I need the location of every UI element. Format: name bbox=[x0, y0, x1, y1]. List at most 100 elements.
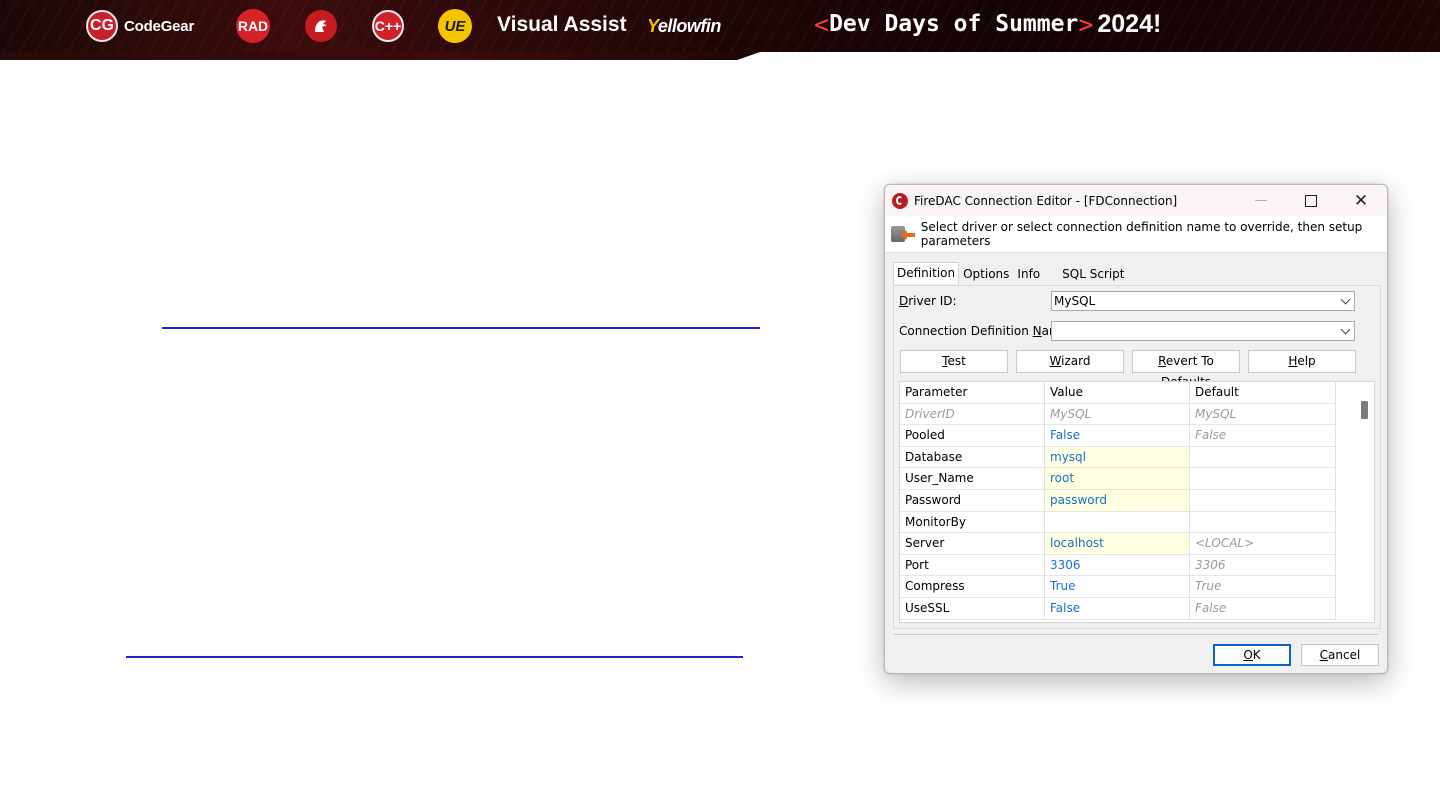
table-row[interactable]: Compress True True bbox=[900, 576, 1336, 598]
table-row[interactable]: UseSSL False False bbox=[900, 598, 1336, 620]
param-default bbox=[1190, 511, 1336, 533]
firedac-app-icon bbox=[892, 192, 908, 209]
param-name: Compress bbox=[900, 576, 1045, 597]
help-button[interactable]: Help bbox=[1248, 350, 1356, 373]
cancel-button[interactable]: Cancel bbox=[1301, 644, 1379, 666]
tab-strip: Definition Options Info SQL Script bbox=[893, 262, 1129, 285]
maximize-icon bbox=[1305, 194, 1317, 207]
connection-definition-label: Connection Definition Name: bbox=[899, 324, 1072, 338]
grid-header-row: Parameter Value Default bbox=[900, 382, 1336, 404]
yellowfin-logo: Yellowfin bbox=[647, 6, 721, 46]
ue-logo: UE bbox=[438, 6, 472, 46]
param-default: False bbox=[1190, 598, 1336, 619]
table-row[interactable]: DriverID MySQL MySQL bbox=[900, 403, 1336, 426]
chevron-down-icon bbox=[1340, 324, 1351, 335]
wizard-button[interactable]: Wizard bbox=[1016, 350, 1124, 373]
close-button[interactable]: ✕ bbox=[1337, 185, 1385, 216]
connection-wizard-icon bbox=[891, 224, 915, 244]
param-default: <LOCAL> bbox=[1190, 533, 1336, 554]
ue-badge-icon: UE bbox=[438, 9, 472, 43]
param-name: DriverID bbox=[900, 403, 1045, 425]
event-name: Dev Days of Summer bbox=[829, 11, 1079, 37]
param-name: User_Name bbox=[900, 468, 1045, 489]
visual-assist-logo: Visual Assist bbox=[497, 5, 627, 45]
rad-logo: RAD bbox=[236, 6, 270, 46]
parameter-grid: Parameter Value Default DriverID MySQL M… bbox=[899, 381, 1375, 623]
param-name: Server bbox=[900, 533, 1045, 554]
driver-id-label: Driver ID: bbox=[899, 294, 957, 308]
param-default bbox=[1190, 468, 1336, 489]
tab-info[interactable]: Info bbox=[1013, 263, 1044, 283]
table-row[interactable]: Port 3306 3306 bbox=[900, 554, 1336, 577]
table-row[interactable]: Database mysql bbox=[900, 446, 1336, 469]
visual-assist-text: Visual Assist bbox=[497, 13, 627, 36]
param-value[interactable]: 3306 bbox=[1045, 554, 1190, 576]
connection-definition-select[interactable] bbox=[1051, 321, 1355, 341]
param-default bbox=[1190, 490, 1336, 511]
banner-flare bbox=[0, 52, 760, 60]
driver-id-value: MySQL bbox=[1054, 294, 1096, 308]
instruction-text: Select driver or select connection defin… bbox=[920, 220, 1363, 248]
yellowfin-y: Y bbox=[647, 15, 658, 36]
codegear-text: CodeGear bbox=[124, 17, 195, 35]
param-value[interactable]: mysql bbox=[1045, 446, 1190, 468]
footer-divider bbox=[893, 634, 1379, 635]
column-header-parameter[interactable]: Parameter bbox=[900, 382, 1045, 403]
test-button[interactable]: Test bbox=[900, 350, 1008, 373]
event-year: 2024! bbox=[1097, 9, 1162, 38]
codegear-logo: CG CodeGear bbox=[86, 6, 194, 46]
tab-sql-script[interactable]: SQL Script bbox=[1058, 263, 1128, 283]
slide-line-top bbox=[162, 327, 760, 329]
event-title: < Dev Days of Summer > 2024! bbox=[814, 4, 1161, 44]
param-default: True bbox=[1190, 576, 1336, 597]
param-default: False bbox=[1190, 425, 1336, 446]
param-default: MySQL bbox=[1190, 403, 1336, 425]
param-default: 3306 bbox=[1190, 554, 1336, 576]
param-name: MonitorBy bbox=[900, 511, 1045, 533]
window-title: FireDAC Connection Editor - [FDConnectio… bbox=[914, 193, 1178, 208]
maximize-button[interactable] bbox=[1287, 185, 1335, 216]
tab-definition[interactable]: Definition bbox=[893, 262, 960, 284]
minimize-button[interactable]: — bbox=[1237, 185, 1285, 216]
table-row[interactable]: MonitorBy bbox=[900, 511, 1336, 534]
close-bracket: > bbox=[1078, 9, 1094, 39]
param-value[interactable]: False bbox=[1045, 598, 1190, 619]
ok-button[interactable]: OK bbox=[1213, 644, 1291, 666]
driver-id-select[interactable]: MySQL bbox=[1051, 291, 1355, 311]
helmet-icon bbox=[305, 10, 337, 42]
slide-line-bottom bbox=[126, 656, 743, 658]
param-name: Password bbox=[900, 490, 1045, 511]
chevron-down-icon bbox=[1340, 294, 1351, 305]
column-header-default[interactable]: Default bbox=[1190, 382, 1336, 403]
yellowfin-text: ellowfin bbox=[657, 15, 722, 36]
param-value: MySQL bbox=[1045, 403, 1190, 425]
delphi-helmet-logo bbox=[305, 6, 337, 46]
param-value[interactable]: True bbox=[1045, 576, 1190, 597]
cpp-logo: C++ bbox=[372, 6, 404, 46]
codegear-badge-icon: CG bbox=[86, 10, 118, 42]
revert-to-defaults-button[interactable]: Revert To Defaults bbox=[1132, 350, 1240, 389]
param-name: Database bbox=[900, 446, 1045, 468]
firedac-connection-editor-dialog: FireDAC Connection Editor - [FDConnectio… bbox=[884, 184, 1388, 674]
column-header-value[interactable]: Value bbox=[1045, 382, 1190, 403]
instruction-header: Select driver or select connection defin… bbox=[885, 216, 1387, 253]
title-bar[interactable]: FireDAC Connection Editor - [FDConnectio… bbox=[885, 185, 1387, 216]
param-default bbox=[1190, 446, 1336, 468]
table-row[interactable]: Server localhost <LOCAL> bbox=[900, 533, 1336, 555]
param-value[interactable]: root bbox=[1045, 468, 1190, 489]
rad-badge-icon: RAD bbox=[236, 9, 270, 43]
table-row[interactable]: Password password bbox=[900, 490, 1336, 512]
tab-options[interactable]: Options bbox=[959, 263, 1013, 283]
param-value[interactable]: localhost bbox=[1045, 533, 1190, 554]
table-row[interactable]: Pooled False False bbox=[900, 425, 1336, 447]
definition-panel: Driver ID: MySQL Connection Definition N… bbox=[893, 285, 1381, 629]
param-name: Port bbox=[900, 554, 1045, 576]
grid-vertical-scrollbar[interactable] bbox=[1357, 382, 1374, 622]
param-value[interactable] bbox=[1045, 511, 1190, 533]
scrollbar-thumb[interactable] bbox=[1361, 401, 1368, 419]
param-name: UseSSL bbox=[900, 598, 1045, 619]
param-value[interactable]: password bbox=[1045, 490, 1190, 511]
param-value[interactable]: False bbox=[1045, 425, 1190, 446]
param-name: Pooled bbox=[900, 425, 1045, 446]
table-row[interactable]: User_Name root bbox=[900, 468, 1336, 490]
